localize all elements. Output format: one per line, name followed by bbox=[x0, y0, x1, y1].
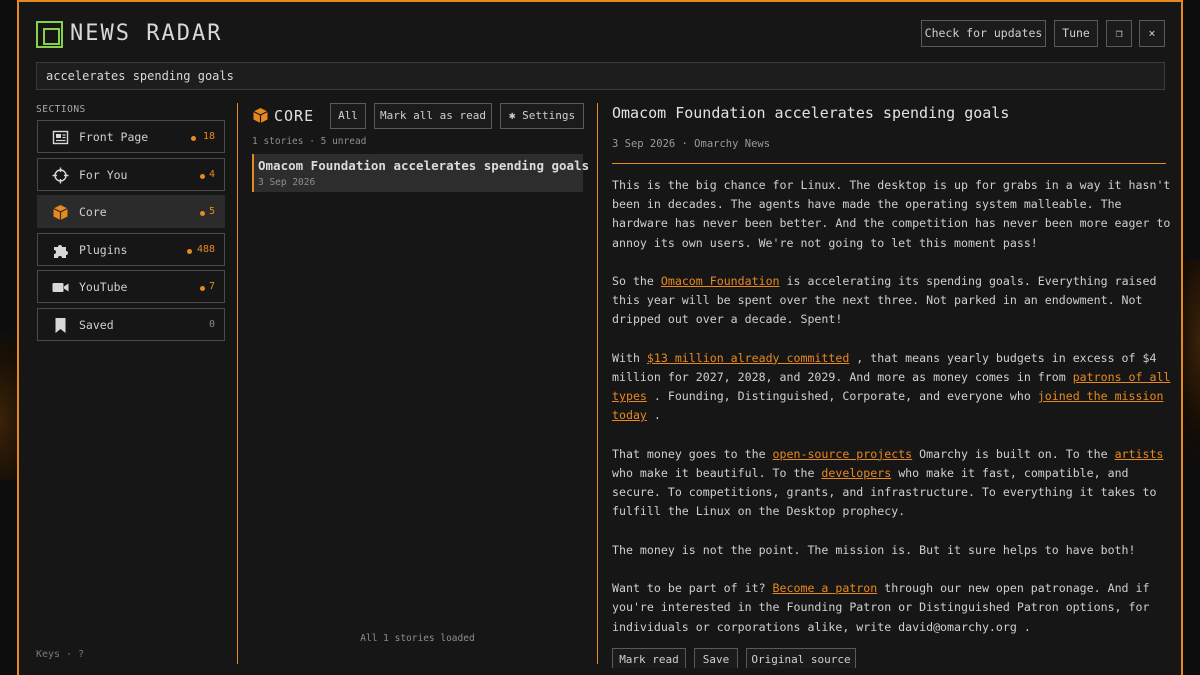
unread-count: 488 bbox=[196, 244, 215, 255]
open-source-projects-link[interactable]: open-source projects bbox=[773, 447, 913, 461]
unread-count: 4 bbox=[208, 169, 215, 180]
app-title: NEWS RADAR bbox=[70, 21, 223, 46]
tune-button[interactable]: Tune bbox=[1054, 20, 1098, 47]
newspaper-icon bbox=[52, 129, 69, 146]
settings-button[interactable]: ✱ Settings bbox=[500, 103, 584, 129]
unread-dot bbox=[191, 136, 196, 141]
mark-all-read-button[interactable]: Mark all as read bbox=[374, 103, 492, 129]
check-updates-button[interactable]: Check for updates bbox=[921, 20, 1046, 47]
sidebar-item-label: Front Page bbox=[79, 130, 149, 144]
unread-dot bbox=[200, 174, 205, 179]
gear-icon: ✱ bbox=[508, 109, 516, 122]
become-patron-link[interactable]: Become a patron bbox=[773, 581, 878, 595]
cube-icon bbox=[252, 107, 269, 128]
column-divider bbox=[237, 103, 238, 664]
close-icon[interactable]: × bbox=[1139, 20, 1165, 47]
sections-heading: SECTIONS bbox=[36, 104, 86, 115]
unread-count: 18 bbox=[202, 131, 215, 142]
article-paragraph: Want to be part of it? Become a patron t… bbox=[612, 581, 1150, 634]
section-title: CORE bbox=[274, 107, 315, 125]
article-paragraph: With $13 million already committed , tha… bbox=[612, 350, 1171, 423]
puzzle-icon bbox=[52, 242, 69, 259]
committed-link[interactable]: $13 million already committed bbox=[647, 351, 849, 365]
unread-count: 7 bbox=[208, 281, 215, 292]
sidebar-item-label: Core bbox=[79, 205, 107, 219]
article-paragraph: The money is not the point. The mission … bbox=[612, 542, 1136, 557]
sidebar-item-label: Saved bbox=[79, 318, 114, 332]
article-title: Omacom Foundation accelerates spending g… bbox=[612, 104, 1010, 122]
cube-icon bbox=[52, 204, 69, 221]
unread-dot bbox=[200, 286, 205, 291]
keys-hint: Keys · ? bbox=[36, 649, 85, 660]
header: NEWS RADAR Check for updates Tune ❐ × bbox=[19, 2, 1181, 62]
video-camera-icon bbox=[52, 279, 69, 296]
restore-window-icon[interactable]: ❐ bbox=[1106, 20, 1132, 47]
sidebar-item-for-you[interactable]: For You 4 bbox=[37, 158, 225, 191]
sidebar-item-label: For You bbox=[79, 168, 128, 182]
sidebar-item-plugins[interactable]: Plugins 488 bbox=[37, 233, 225, 266]
story-title: Omacom Foundation accelerates spending g… bbox=[258, 158, 590, 173]
article-paragraph: That money goes to the open-source proje… bbox=[612, 446, 1164, 519]
unread-count: 5 bbox=[208, 206, 215, 217]
story-list-item[interactable]: Omacom Foundation accelerates spending g… bbox=[252, 154, 589, 192]
sidebar-item-youtube[interactable]: YouTube 7 bbox=[37, 270, 225, 303]
search-input[interactable]: accelerates spending goals bbox=[36, 62, 1165, 90]
sidebar-item-label: YouTube bbox=[79, 280, 128, 294]
loaded-status: All 1 stories loaded bbox=[360, 633, 475, 644]
unread-dot bbox=[200, 211, 205, 216]
column-divider bbox=[597, 103, 598, 664]
article-divider bbox=[612, 163, 1166, 164]
save-button[interactable]: Save bbox=[694, 648, 738, 668]
app-logo-icon bbox=[36, 21, 63, 48]
sidebar-item-core[interactable]: Core 5 bbox=[37, 195, 225, 228]
unread-count: 0 bbox=[208, 319, 215, 330]
crosshair-icon bbox=[52, 167, 69, 184]
article-body: This is the big chance for Linux. The de… bbox=[612, 176, 1172, 656]
article-paragraph: So the Omacom Foundation is accelerating… bbox=[612, 274, 1157, 327]
filter-all-button[interactable]: All bbox=[330, 103, 366, 129]
app-window: NEWS RADAR Check for updates Tune ❐ × ac… bbox=[17, 0, 1183, 675]
bookmark-icon bbox=[52, 317, 69, 334]
stories-meta: 1 stories · 5 unread bbox=[252, 136, 367, 147]
sidebar-item-front-page[interactable]: Front Page 18 bbox=[37, 120, 225, 153]
unread-dot bbox=[187, 249, 192, 254]
article-paragraph: This is the big chance for Linux. The de… bbox=[612, 178, 1171, 250]
sidebar-item-saved[interactable]: Saved 0 bbox=[37, 308, 225, 341]
developers-link[interactable]: developers bbox=[821, 466, 891, 480]
omacom-foundation-link[interactable]: Omacom Foundation bbox=[661, 274, 780, 288]
settings-label: Settings bbox=[522, 109, 576, 122]
original-source-button[interactable]: Original source bbox=[746, 648, 856, 668]
story-date: 3 Sep 2026 bbox=[258, 177, 316, 188]
article-meta: 3 Sep 2026 · Omarchy News bbox=[612, 138, 771, 150]
artists-link[interactable]: artists bbox=[1115, 447, 1164, 461]
mark-read-button[interactable]: Mark read bbox=[612, 648, 686, 668]
sidebar-item-label: Plugins bbox=[79, 243, 128, 257]
